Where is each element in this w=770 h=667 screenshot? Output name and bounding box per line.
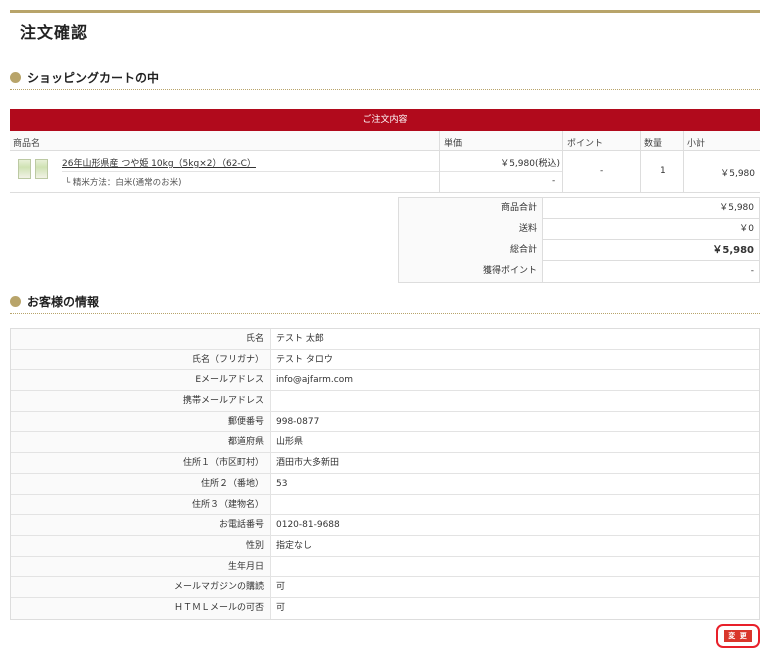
- total-label: 獲得ポイント: [399, 261, 543, 282]
- cart-item-row: 26年山形県産 つや姫 10kg（5kg×2）（62-C） └ 精米方法：白米(…: [10, 151, 760, 193]
- customer-info-table: 氏名 テスト 太郎 氏名（フリガナ） テスト タロウ Eメールアドレス info@aj…: [10, 328, 760, 620]
- product-thumbnail: [18, 159, 31, 179]
- info-row-mobile-email: 携帯メールアドレス: [11, 391, 759, 412]
- cart-section-heading: ショッピングカートの中: [10, 66, 760, 90]
- total-label: 総合計: [399, 240, 543, 261]
- info-row-phone: お電話番号 0120-81-9688: [11, 515, 759, 536]
- customer-section-title: お客様の情報: [27, 295, 100, 309]
- info-value: 酒田市大多新田: [276, 458, 340, 469]
- info-row-newsletter: メールマガジンの購読可: [11, 577, 759, 598]
- col-points: ポイント: [567, 139, 604, 149]
- info-label: 都道府県: [11, 432, 271, 453]
- top-rule: [10, 10, 760, 13]
- info-label: お電話番号: [11, 515, 271, 535]
- unit-price: ￥5,980(税込): [500, 159, 560, 169]
- info-row-email: Eメールアドレス info@ajfarm.com: [11, 370, 759, 392]
- info-label: 性別: [11, 535, 271, 556]
- total-value: ￥0: [739, 224, 754, 234]
- info-label: 生年月日: [11, 556, 271, 577]
- change-button[interactable]: 変 更: [724, 630, 752, 642]
- item-subtotal: ￥5,980: [720, 169, 755, 179]
- info-value: 998-0877: [276, 416, 320, 427]
- info-row-address3: 住所３（建物名）: [11, 494, 759, 516]
- col-subtotal: 小計: [687, 139, 706, 149]
- info-label: Eメールアドレス: [11, 370, 271, 391]
- cart-table-header: ご注文内容: [10, 109, 760, 131]
- info-value: テスト タロウ: [276, 354, 333, 365]
- order-totals: 商品合計 ￥5,980 送料 ￥0 総合計 ￥5,980 獲得ポイント -: [398, 197, 760, 283]
- info-label: ＨＴＭＬメールの可否: [11, 597, 271, 619]
- info-label: 住所１（市区町村）: [11, 453, 271, 473]
- total-row-shipping: 送料 ￥0: [399, 219, 759, 240]
- info-row-prefecture: 都道府県 山形県: [11, 432, 759, 454]
- info-label: メールマガジンの購読: [11, 577, 271, 597]
- col-product-name: 商品名: [13, 139, 41, 149]
- info-row-address1: 住所１（市区町村） 酒田市大多新田: [11, 453, 759, 474]
- total-value: ￥5,980: [719, 203, 754, 213]
- item-quantity: 1: [660, 166, 666, 176]
- total-row-items: 商品合計 ￥5,980: [399, 198, 759, 219]
- total-row-grand: 総合計 ￥5,980: [399, 240, 759, 261]
- col-quantity: 数量: [644, 139, 663, 149]
- info-row-kana: 氏名（フリガナ） テスト タロウ: [11, 349, 759, 371]
- info-label: 氏名: [11, 329, 271, 349]
- info-row-gender: 性別 指定なし: [11, 535, 759, 557]
- page-title: 注文確認: [20, 23, 89, 42]
- cart-column-headers: 商品名 単価 ポイント 数量 小計: [10, 131, 760, 151]
- total-row-points: 獲得ポイント -: [399, 261, 759, 282]
- cart-section-title: ショッピングカートの中: [27, 71, 160, 85]
- section-dot-icon: [10, 72, 21, 83]
- info-row-address2: 住所２（番地） 53: [11, 473, 759, 495]
- info-label: 携帯メールアドレス: [11, 391, 271, 411]
- info-row-postal: 郵便番号 998-0877: [11, 411, 759, 433]
- section-dot-icon: [10, 296, 21, 307]
- info-value: 0120-81-9688: [276, 520, 340, 531]
- change-button-highlight[interactable]: 変 更: [716, 624, 760, 648]
- info-value: 可: [276, 582, 286, 593]
- info-value: 53: [276, 478, 288, 489]
- info-row-name: 氏名 テスト 太郎: [11, 329, 759, 350]
- info-row-html-mail: ＨＴＭＬメールの可否可: [11, 597, 759, 619]
- product-link[interactable]: 26年山形県産 つや姫 10kg（5kg×2）（62-C）: [62, 156, 256, 169]
- customer-section-heading: お客様の情報: [10, 290, 760, 314]
- info-label: 郵便番号: [11, 411, 271, 432]
- info-value: 山形県: [276, 437, 304, 448]
- option-price: -: [552, 176, 556, 186]
- col-unit-price: 単価: [444, 139, 463, 149]
- total-label: 送料: [399, 219, 543, 240]
- cart-table: ご注文内容 商品名 単価 ポイント 数量 小計 26年山形県産 つや姫 10kg…: [10, 109, 760, 193]
- total-value: -: [750, 266, 754, 276]
- info-value: 可: [276, 602, 286, 613]
- info-label: 氏名（フリガナ）: [11, 349, 271, 370]
- info-value: info@ajfarm.com: [276, 375, 353, 386]
- info-value: テスト 太郎: [276, 334, 324, 344]
- total-label: 商品合計: [399, 198, 543, 219]
- info-value: 指定なし: [276, 540, 313, 551]
- info-label: 住所２（番地）: [11, 473, 271, 494]
- product-option: └ 精米方法：白米(通常のお米): [65, 178, 182, 188]
- info-label: 住所３（建物名）: [11, 494, 271, 515]
- total-value: ￥5,980: [712, 245, 754, 256]
- info-row-birthday: 生年月日: [11, 556, 759, 578]
- product-thumbnail: [35, 159, 48, 179]
- item-points: -: [600, 166, 604, 176]
